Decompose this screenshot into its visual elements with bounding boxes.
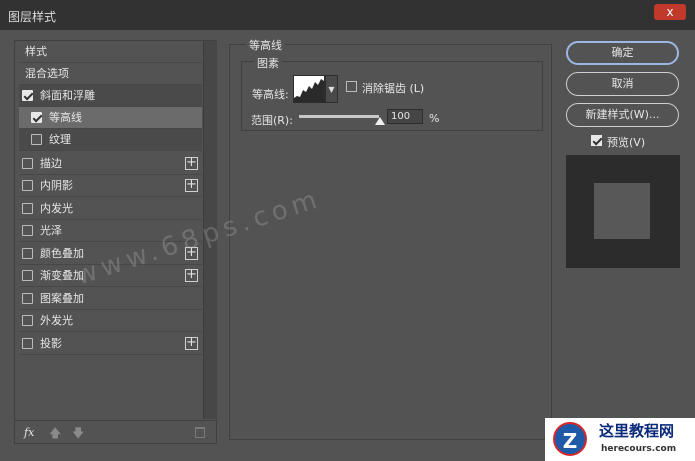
title-bar: 图层样式 x: [0, 0, 695, 30]
logo-subtitle: herecours.com: [601, 444, 677, 454]
color-overlay-checkbox[interactable]: [22, 248, 33, 259]
move-down-icon[interactable]: 🡇: [72, 424, 84, 445]
contour-curve-icon: [294, 79, 324, 102]
add-inner-shadow-plus-icon[interactable]: +: [185, 178, 198, 192]
add-drop-shadow-plus-icon[interactable]: +: [185, 336, 198, 350]
contour-curve-thumbnail[interactable]: [293, 75, 325, 103]
style-item-blending-options[interactable]: 混合选项: [19, 63, 202, 85]
satin-checkbox[interactable]: [22, 225, 33, 236]
site-logo: Z 这里教程网 herecours.com: [545, 418, 695, 461]
contour-checkbox[interactable]: [31, 112, 42, 123]
anti-alias-label: 消除锯齿 (L): [362, 82, 425, 95]
style-item-pattern-overlay[interactable]: 图案叠加: [19, 288, 202, 310]
range-slider-track[interactable]: [299, 115, 379, 118]
style-list-toolbar: fx 🡅 🡇: [15, 420, 216, 444]
stroke-checkbox[interactable]: [22, 158, 33, 169]
pattern-overlay-checkbox[interactable]: [22, 293, 33, 304]
contour-label: 等高线:: [252, 88, 289, 101]
style-item-label: 等高线: [49, 111, 82, 124]
anti-alias-checkbox[interactable]: [346, 81, 357, 92]
style-item-label: 纹理: [49, 133, 71, 146]
inner-shadow-checkbox[interactable]: [22, 180, 33, 191]
preview-label: 预览(V): [607, 136, 646, 149]
contour-dropdown-button[interactable]: ▼: [325, 75, 338, 103]
preview-swatch: [594, 183, 650, 239]
style-item-inner-glow[interactable]: 内发光: [19, 198, 202, 220]
move-up-icon[interactable]: 🡅: [49, 424, 61, 445]
new-style-button[interactable]: 新建样式(W)...: [566, 103, 679, 127]
style-list-header-label: 样式: [25, 45, 47, 58]
style-item-bevel-emboss[interactable]: 斜面和浮雕: [19, 85, 202, 107]
cancel-button[interactable]: 取消: [566, 72, 679, 96]
preview-checkbox[interactable]: [591, 135, 602, 146]
gradient-overlay-checkbox[interactable]: [22, 270, 33, 281]
style-item-label: 描边: [40, 157, 62, 170]
close-icon: x: [666, 5, 674, 19]
close-button[interactable]: x: [654, 4, 686, 20]
range-input[interactable]: 100: [387, 109, 423, 124]
style-item-outer-glow[interactable]: 外发光: [19, 310, 202, 332]
section-title: 等高线: [246, 37, 285, 53]
group-title: 图素: [254, 55, 282, 71]
style-item-label: 内发光: [40, 202, 73, 215]
style-item-label: 投影: [40, 337, 62, 350]
elements-group: 图素 等高线: ▼ 消除锯齿 (L) 范围(R): 100 %: [241, 55, 543, 131]
style-item-inner-shadow[interactable]: 内阴影 +: [19, 175, 202, 197]
style-item-label: 外发光: [40, 314, 73, 327]
logo-mark-icon: Z: [553, 422, 587, 456]
drop-shadow-checkbox[interactable]: [22, 338, 33, 349]
style-item-contour[interactable]: 等高线: [19, 107, 202, 129]
outer-glow-checkbox[interactable]: [22, 315, 33, 326]
style-preview-thumbnail: [566, 155, 680, 268]
inner-glow-checkbox[interactable]: [22, 203, 33, 214]
logo-title: 这里教程网: [599, 422, 675, 440]
bevel-emboss-checkbox[interactable]: [22, 90, 33, 101]
trash-icon[interactable]: [195, 427, 205, 438]
style-item-label: 图案叠加: [40, 292, 84, 305]
style-item-label: 内阴影: [40, 179, 73, 192]
window-title: 图层样式: [8, 10, 57, 24]
chevron-down-icon: ▼: [328, 85, 335, 94]
fx-icon[interactable]: fx: [24, 426, 34, 439]
style-item-label: 斜面和浮雕: [40, 89, 95, 102]
style-item-label: 光泽: [40, 224, 62, 237]
style-item-texture[interactable]: 纹理: [19, 129, 202, 151]
style-item-label: 混合选项: [25, 67, 69, 80]
add-stroke-plus-icon[interactable]: +: [185, 156, 198, 170]
range-unit: %: [429, 112, 440, 125]
style-item-drop-shadow[interactable]: 投影 +: [19, 333, 202, 355]
texture-checkbox[interactable]: [31, 134, 42, 145]
style-list-header[interactable]: 样式: [19, 41, 202, 63]
range-slider-thumb[interactable]: [375, 117, 385, 125]
style-item-stroke[interactable]: 描边 +: [19, 153, 202, 175]
add-gradient-overlay-plus-icon[interactable]: +: [185, 268, 198, 282]
range-label: 范围(R):: [251, 114, 293, 127]
dialog-body: 样式 混合选项 斜面和浮雕 等高线 纹理 描边 + 内阴影 + 内发光 光泽 颜…: [0, 30, 695, 461]
contour-settings-panel: 等高线 图素 等高线: ▼ 消除锯齿 (L) 范围(R): 100 %: [229, 37, 552, 440]
ok-button[interactable]: 确定: [566, 41, 679, 65]
